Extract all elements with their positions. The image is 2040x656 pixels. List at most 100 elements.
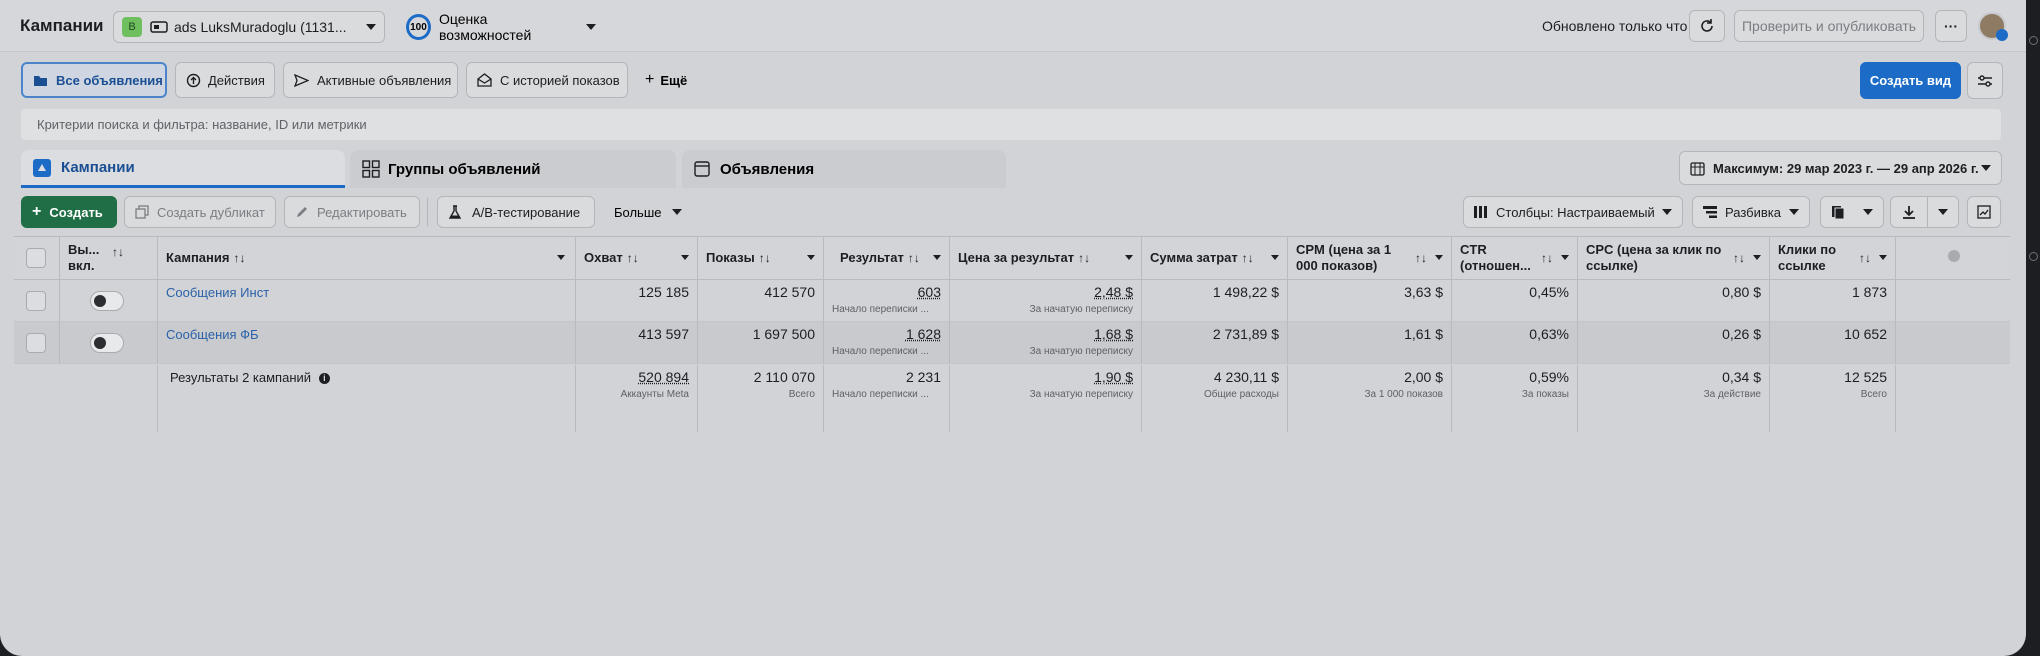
- cpc-value: 0,80 $: [1722, 284, 1761, 300]
- header-spend[interactable]: Сумма затрат ↑↓: [1142, 236, 1288, 280]
- export-button[interactable]: [1890, 196, 1928, 228]
- more-menu-button[interactable]: ···: [1935, 10, 1967, 42]
- export-menu-button[interactable]: [1927, 196, 1959, 228]
- summary-cost-value: 1,90 $: [1094, 369, 1133, 385]
- sort-icon: ↑↓: [907, 251, 920, 265]
- info-icon[interactable]: i: [318, 372, 330, 384]
- summary-cpc: 0,34 $ За действие: [1578, 365, 1770, 432]
- ad-window-icon: [694, 161, 710, 177]
- breakdown-label: Разбивка: [1725, 204, 1781, 220]
- spend-value: 2 731,89 $: [1212, 326, 1279, 342]
- send-icon: [294, 73, 309, 87]
- summary-label: Результаты 2 кампаний: [170, 370, 312, 385]
- account-name: ads LuksMuradoglu (1131...: [174, 19, 347, 35]
- delivery-toggle[interactable]: [90, 333, 124, 353]
- header-ctr[interactable]: CTR (отношен... ↑↓: [1452, 236, 1578, 280]
- chevron-down-icon: [1125, 255, 1133, 260]
- header-impressions[interactable]: Показы ↑↓: [698, 236, 824, 280]
- line-chart-icon: [1977, 205, 1991, 219]
- tab-active-ads[interactable]: Активные объявления: [283, 62, 458, 98]
- summary-clicks: 12 525 Всего: [1770, 365, 1896, 432]
- tab-campaigns[interactable]: Кампании: [21, 150, 345, 188]
- toggle-knob: [94, 295, 106, 307]
- chevron-down-icon: [807, 255, 815, 260]
- summary-reach-sub: Аккаунты Meta: [620, 389, 689, 400]
- score-ring-icon: 100: [406, 14, 431, 40]
- ab-test-button[interactable]: A/B-тестирование: [437, 196, 595, 228]
- tab-ad-sets[interactable]: Группы объявлений: [350, 150, 676, 188]
- header-results[interactable]: Результат ↑↓: [824, 236, 950, 280]
- summary-spacer: [14, 365, 158, 432]
- campaign-link[interactable]: Сообщения Инст: [166, 285, 269, 300]
- cpc-value: 0,26 $: [1722, 326, 1761, 342]
- summary-cpc-sub: За действие: [1703, 389, 1761, 400]
- sort-icon: ↑↓: [233, 251, 246, 265]
- header-label: Цена за результат: [958, 250, 1075, 265]
- reports-dropdown[interactable]: [1820, 196, 1884, 228]
- envelope-open-icon: [477, 73, 492, 87]
- header-add-column[interactable]: [1896, 236, 2010, 280]
- chevron-down-icon: [933, 255, 941, 260]
- header-label: CPC (цена за клик по ссылке): [1586, 242, 1722, 273]
- summary-cpc-value: 0,34 $: [1722, 369, 1761, 385]
- campaign-link[interactable]: Сообщения ФБ: [166, 327, 259, 342]
- reports-icon: [1831, 205, 1845, 219]
- create-view-button[interactable]: Создать вид: [1860, 62, 1961, 99]
- columns-dropdown[interactable]: Столбцы: Настраиваемый: [1463, 196, 1683, 228]
- chevron-down-icon: [1435, 255, 1443, 260]
- chevron-down-icon: [1789, 209, 1799, 215]
- date-range-picker[interactable]: Максимум: 29 мар 2023 г. — 29 апр 2026 г…: [1679, 151, 2002, 185]
- toggle-knob: [94, 337, 106, 349]
- charts-button[interactable]: [1967, 196, 2001, 228]
- row-checkbox[interactable]: [26, 333, 46, 353]
- view-settings-button[interactable]: [1967, 62, 2003, 99]
- copy-icon: [135, 205, 149, 219]
- tab-with-impressions[interactable]: С историей показов: [466, 62, 628, 98]
- summary-spend: 4 230,11 $ Общие расходы: [1142, 365, 1288, 432]
- summary-cost-per-result: 1,90 $ За начатую переписку: [950, 365, 1142, 432]
- opportunity-score[interactable]: 100 Оценка возможностей: [406, 11, 596, 43]
- summary-impressions-value: 2 110 070: [753, 369, 815, 385]
- cpm-value: 1,61 $: [1404, 326, 1443, 342]
- download-icon: [1902, 205, 1916, 219]
- tab-ads[interactable]: Объявления: [682, 150, 1006, 188]
- clicks-cell: 10 652: [1770, 322, 1896, 364]
- cpm-cell: 1,61 $: [1288, 322, 1452, 364]
- ctr-value: 0,45%: [1529, 284, 1569, 300]
- create-button[interactable]: + Создать: [21, 196, 117, 228]
- header-cpm[interactable]: CPM (цена за 1 000 показов) ↑↓: [1288, 236, 1452, 280]
- more-actions-dropdown[interactable]: Больше: [614, 202, 682, 222]
- header-clicks[interactable]: Клики по ссылке ↑↓: [1770, 236, 1896, 280]
- arrow-up-circle-icon: [186, 73, 201, 88]
- duplicate-label: Создать дубликат: [157, 204, 265, 220]
- header-cpc[interactable]: CPC (цена за клик по ссылке) ↑↓: [1578, 236, 1770, 280]
- summary-ctr-sub: За показы: [1521, 389, 1569, 400]
- header-campaign[interactable]: Кампания ↑↓: [158, 236, 576, 280]
- header-delivery[interactable]: Вы... вкл. ↑↓: [60, 236, 158, 280]
- tab-all-ads[interactable]: Все объявления: [21, 62, 167, 98]
- duplicate-button[interactable]: Создать дубликат: [124, 196, 276, 228]
- header-cost-per-result[interactable]: Цена за результат ↑↓: [950, 236, 1142, 280]
- chevron-down-icon: [1938, 209, 1948, 215]
- sort-icon: ↑↓: [1859, 251, 1871, 265]
- account-selector[interactable]: B ads LuksMuradoglu (1131...: [113, 11, 385, 43]
- refresh-button[interactable]: [1689, 10, 1725, 42]
- table-row: Сообщения Инст 125 185 412 570 603 Начал…: [14, 280, 2010, 322]
- select-all-checkbox[interactable]: [26, 248, 46, 268]
- header-label: Охват: [584, 250, 623, 265]
- breakdown-icon: [1703, 206, 1717, 218]
- reach-cell: 413 597: [576, 322, 698, 364]
- header-reach[interactable]: Охват ↑↓: [576, 236, 698, 280]
- results-value: 1 628: [905, 326, 941, 342]
- search-filter-input[interactable]: Критерии поиска и фильтра: название, ID …: [21, 109, 2001, 140]
- breakdown-dropdown[interactable]: Разбивка: [1692, 196, 1810, 228]
- chevron-down-icon: [1271, 255, 1279, 260]
- summary-row: Результаты 2 кампаний i 520 894 Аккаунты…: [14, 365, 2010, 432]
- row-checkbox[interactable]: [26, 291, 46, 311]
- more-filters-button[interactable]: + Ещё: [645, 70, 687, 90]
- chevron-down-icon: [366, 24, 376, 30]
- review-publish-button[interactable]: Проверить и опубликовать: [1734, 10, 1924, 42]
- tab-actions[interactable]: Действия: [175, 62, 275, 98]
- edit-button[interactable]: Редактировать: [284, 196, 420, 228]
- delivery-toggle[interactable]: [90, 291, 124, 311]
